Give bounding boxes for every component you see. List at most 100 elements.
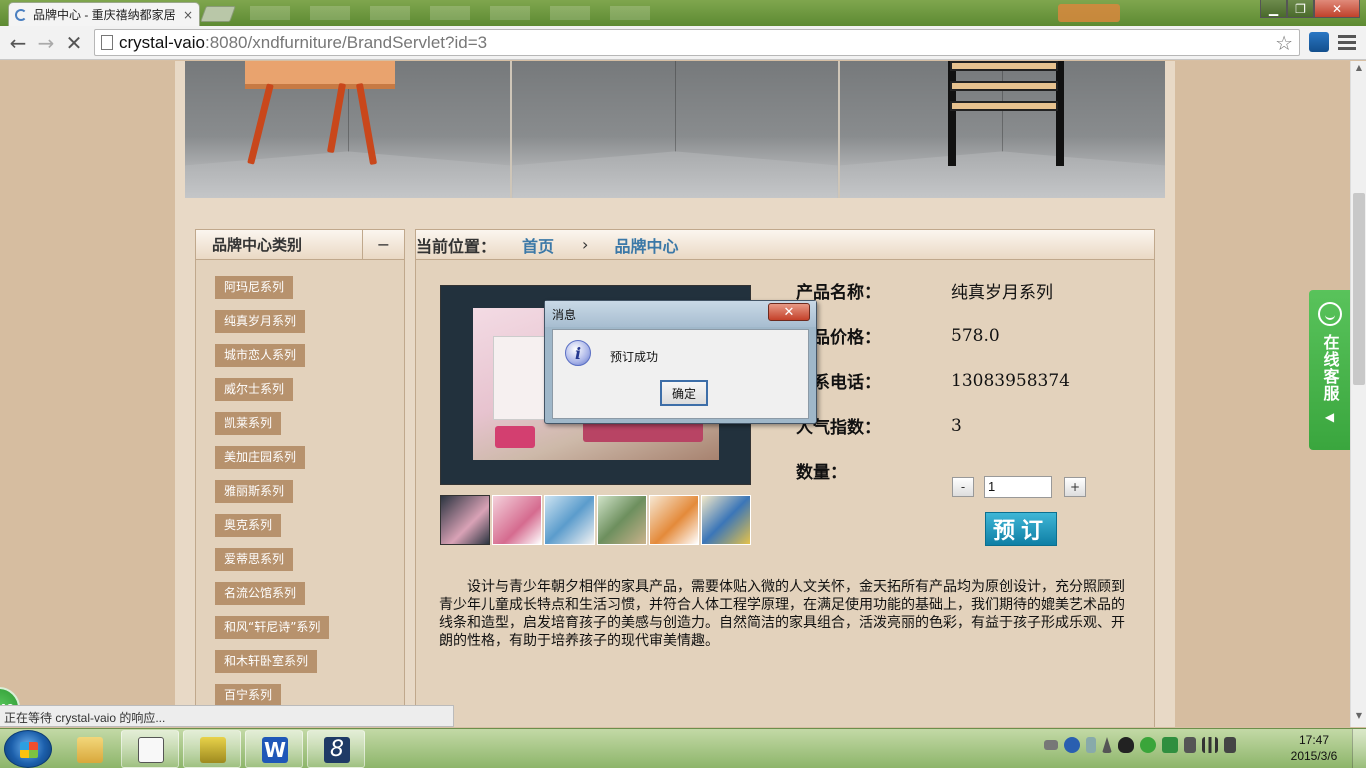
online-service-label: 在线客服 xyxy=(1320,334,1340,402)
taskbar-wps-writer[interactable]: W xyxy=(245,730,303,768)
scroll-up-icon[interactable]: ▲ xyxy=(1351,63,1366,77)
popularity-row: 人气指数： 3 xyxy=(796,403,1136,448)
breadcrumb-home-link[interactable]: 首页 xyxy=(522,233,554,257)
loading-status: 正在等待 crystal-vaio 的响应... xyxy=(0,705,454,727)
tab-close-icon[interactable]: × xyxy=(183,8,193,22)
product-info: 产品名称： 纯真岁月系列 产品价格： 578.0 联系电话： 130839583… xyxy=(796,268,1136,493)
volume-icon[interactable] xyxy=(1224,737,1236,753)
series-item[interactable]: 奥克系列 xyxy=(215,514,282,537)
device-icon[interactable] xyxy=(1184,737,1196,753)
dialog-ok-button[interactable]: 确定 xyxy=(660,380,708,406)
highlighted-bookmark[interactable] xyxy=(1058,4,1120,22)
banner-panel-empty xyxy=(512,61,838,198)
taskbar-explorer[interactable] xyxy=(60,730,118,768)
category-sidebar: 品牌中心类别 − 阿玛尼系列 纯真岁月系列 城市恋人系列 威尔士系列 凯莱系列 … xyxy=(195,229,405,727)
quantity-minus-button[interactable]: - xyxy=(952,477,974,497)
quantity-plus-button[interactable]: + xyxy=(1064,477,1086,497)
taskbar-clock[interactable]: 17:47 2015/3/6 xyxy=(1286,732,1342,764)
taskbar-app-2[interactable] xyxy=(121,730,179,768)
dialog-close-button[interactable]: ✕ xyxy=(768,303,810,321)
collapse-toggle-button[interactable]: − xyxy=(362,229,404,260)
product-name-row: 产品名称： 纯真岁月系列 xyxy=(796,268,1136,313)
popularity-label: 人气指数： xyxy=(796,418,881,438)
ime-icon[interactable] xyxy=(1086,737,1096,753)
series-item[interactable]: 名流公馆系列 xyxy=(215,582,306,605)
taskbar-app-3[interactable] xyxy=(183,730,241,768)
clock-date: 2015/3/6 xyxy=(1290,749,1338,763)
show-hidden-icon[interactable] xyxy=(1102,737,1112,753)
start-button[interactable] xyxy=(4,730,52,768)
scroll-down-icon[interactable]: ▼ xyxy=(1351,711,1366,725)
series-item[interactable]: 城市恋人系列 xyxy=(215,344,306,367)
stop-icon[interactable]: ✕ xyxy=(62,31,86,55)
loading-spinner-icon xyxy=(15,8,27,21)
series-item[interactable]: 纯真岁月系列 xyxy=(215,310,306,333)
page-icon xyxy=(101,35,113,50)
sidebar-header: 品牌中心类别 − xyxy=(196,229,404,260)
menu-icon[interactable] xyxy=(1338,32,1356,52)
tab-title: 品牌中心 - 重庆禧纳都家居 xyxy=(33,8,176,22)
taskbar-app-5[interactable]: 8 xyxy=(307,730,365,768)
series-item[interactable]: 阿玛尼系列 xyxy=(215,276,294,299)
service-face-icon xyxy=(1317,302,1342,326)
dialog-message: 预订成功 xyxy=(610,350,659,364)
window-titlebar: 品牌中心 - 重庆禧纳都家居 × ▁ ❐ ✕ xyxy=(0,0,1366,26)
popularity-value: 3 xyxy=(951,415,962,436)
contact-phone-row: 联系电话： 13083958374 xyxy=(796,358,1136,403)
minimize-button[interactable]: ▁ xyxy=(1260,0,1287,18)
maximize-button[interactable]: ❐ xyxy=(1287,0,1314,18)
reserve-button[interactable]: 预订 xyxy=(985,512,1057,546)
back-arrow-icon[interactable]: ← xyxy=(6,31,30,55)
series-item[interactable]: 凯莱系列 xyxy=(215,412,282,435)
keyboard-icon[interactable] xyxy=(1044,740,1058,750)
extension-icon[interactable] xyxy=(1309,32,1329,52)
series-item[interactable]: 雅丽斯系列 xyxy=(215,480,294,503)
app-eight-icon: 8 xyxy=(324,737,350,763)
scroll-thumb[interactable] xyxy=(1353,193,1365,385)
series-item[interactable]: 爱蒂思系列 xyxy=(215,548,294,571)
bookmark-star-icon[interactable]: ☆ xyxy=(1275,31,1293,55)
sync-icon[interactable] xyxy=(1162,737,1178,753)
wps-writer-icon: W xyxy=(262,737,288,763)
product-description: 设计与青少年朝夕相伴的家具产品，需要体贴入微的人文关怀，金天拓所有产品均为原创设… xyxy=(439,579,1125,649)
browser-tab[interactable]: 品牌中心 - 重庆禧纳都家居 × xyxy=(8,2,200,26)
new-tab-button[interactable] xyxy=(200,6,236,22)
sidebar-title: 品牌中心类别 xyxy=(212,236,303,254)
online-service-tab[interactable]: 在线客服 ◀ xyxy=(1309,290,1350,450)
thumbnail[interactable] xyxy=(648,495,699,545)
url-text[interactable]: crystal-vaio:8080/xndfurniture/BrandServ… xyxy=(119,33,487,53)
message-dialog: 消息 ✕ i 预订成功 确定 xyxy=(544,300,817,424)
series-item[interactable]: 和木轩卧室系列 xyxy=(215,650,318,673)
thumbnail[interactable] xyxy=(700,495,752,545)
clock-time: 17:47 xyxy=(1298,733,1330,747)
product-price: 578.0 xyxy=(951,325,1000,346)
product-price-label: 产品价格： xyxy=(796,328,881,348)
product-name: 纯真岁月系列 xyxy=(951,283,1053,303)
forward-arrow-icon[interactable]: → xyxy=(34,31,58,55)
product-name-label: 产品名称： xyxy=(796,283,881,303)
breadcrumb-current-link[interactable]: 品牌中心 xyxy=(614,233,678,257)
address-bar[interactable]: crystal-vaio:8080/xndfurniture/BrandServ… xyxy=(94,29,1300,56)
help-icon[interactable] xyxy=(1064,737,1080,753)
quantity-input[interactable]: 1 xyxy=(984,476,1052,498)
page-scrollbar[interactable]: ▲ ▼ xyxy=(1350,61,1366,727)
window-close-button[interactable]: ✕ xyxy=(1314,0,1360,18)
series-item[interactable]: 百宁系列 xyxy=(215,684,282,707)
security-guard-icon[interactable] xyxy=(1140,737,1156,753)
windows-taskbar: W 8 17:47 2015/3/6 xyxy=(0,728,1366,768)
collapse-arrow-icon[interactable]: ◀ xyxy=(1325,410,1334,424)
chair-image xyxy=(245,61,395,165)
thumbnail[interactable] xyxy=(492,495,543,545)
series-item[interactable]: 和风“轩尼诗”系列 xyxy=(215,616,330,639)
signal-icon[interactable] xyxy=(1202,737,1218,753)
series-item[interactable]: 美加庄园系列 xyxy=(215,446,306,469)
quantity-label: 数量： xyxy=(796,463,847,483)
window-app-icon xyxy=(138,737,164,763)
thumbnail[interactable] xyxy=(596,495,647,545)
show-desktop-button[interactable] xyxy=(1352,729,1366,768)
series-item[interactable]: 威尔士系列 xyxy=(215,378,294,401)
thumbnail[interactable] xyxy=(544,495,595,545)
qq-icon[interactable] xyxy=(1118,737,1134,753)
thumbnail[interactable] xyxy=(440,495,491,545)
banner xyxy=(185,61,1165,198)
